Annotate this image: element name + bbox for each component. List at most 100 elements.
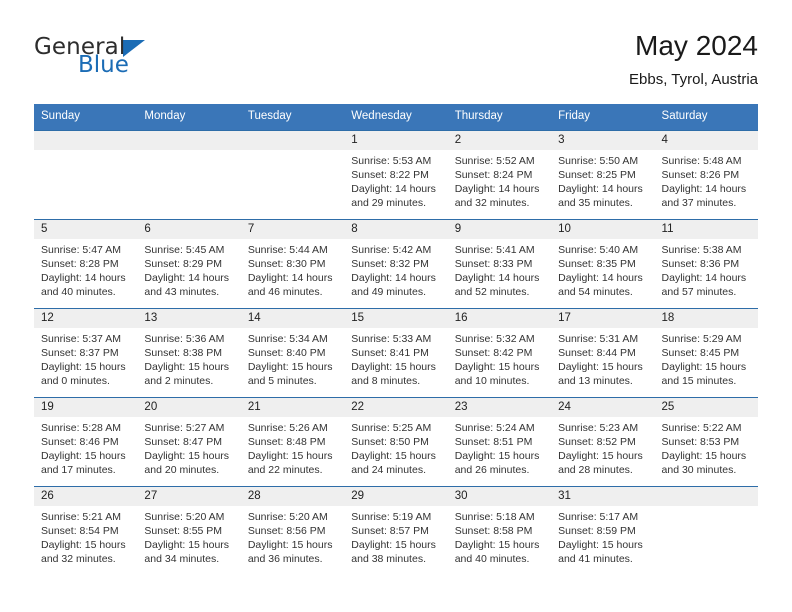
sunset-text: Sunset: 8:46 PM	[41, 435, 119, 448]
sunrise-text: Sunrise: 5:38 AM	[661, 243, 742, 256]
sunset-text: Sunset: 8:22 PM	[351, 168, 429, 181]
sunrise-text: Sunrise: 5:19 AM	[351, 510, 432, 523]
brand-name-general: General	[34, 34, 126, 60]
day-sun-info: Sunrise: 5:36 AM Sunset: 8:38 PM Daylight:…	[137, 328, 240, 389]
sunset-text: Sunset: 8:48 PM	[247, 435, 326, 448]
sunset-text: Sunset: 8:54 PM	[41, 524, 119, 537]
weekday-header-friday: Friday	[558, 110, 591, 122]
daylight-text-line1: Daylight: 15 hours	[351, 538, 436, 551]
day-number: 25	[654, 397, 758, 417]
daylight-text-line1: Daylight: 14 hours	[558, 182, 643, 195]
calendar-day-cell[interactable]: 26 Sunrise: 5:21 AM Sunset: 8:54 PM Dayligh…	[34, 486, 138, 575]
day-sun-info: Sunrise: 5:48 AM Sunset: 8:26 PM Daylight:…	[655, 150, 758, 211]
calendar-day-cell[interactable]: 12 Sunrise: 5:37 AM Sunset: 8:37 PM Dayligh…	[34, 308, 138, 397]
calendar-week-row: 19 Sunrise: 5:28 AM Sunset: 8:46 PM Dayligh…	[34, 396, 758, 486]
calendar-day-cell[interactable]: 22 Sunrise: 5:25 AM Sunset: 8:50 PM Dayligh…	[344, 397, 448, 486]
daylight-text-line1: Daylight: 15 hours	[247, 449, 333, 462]
sunset-text: Sunset: 8:24 PM	[454, 168, 533, 181]
weekday-header-row: Sunday Monday Tuesday Wednesday Thursday…	[34, 104, 758, 130]
day-sun-info: Sunrise: 5:32 AM Sunset: 8:42 PM Daylight:…	[448, 328, 551, 389]
sunrise-text: Sunrise: 5:29 AM	[661, 332, 742, 345]
day-number: 14	[240, 308, 345, 328]
daylight-text-line2: and 13 minutes.	[558, 375, 633, 388]
day-number: 1	[344, 130, 448, 150]
daylight-text-line2: and 38 minutes.	[351, 553, 426, 566]
calendar-day-cell[interactable]: 5 Sunrise: 5:47 AM Sunset: 8:28 PM Daylight…	[34, 219, 138, 308]
weekday-header-monday: Monday	[144, 110, 186, 122]
daylight-text-line2: and 34 minutes.	[144, 553, 220, 566]
calendar-day-cell[interactable]: 20 Sunrise: 5:27 AM Sunset: 8:47 PM Dayligh…	[137, 397, 241, 486]
sunrise-text: Sunrise: 5:40 AM	[558, 243, 639, 256]
daylight-text-line2: and 22 minutes.	[247, 464, 323, 477]
calendar-day-cell[interactable]: 17 Sunrise: 5:31 AM Sunset: 8:44 PM Dayligh…	[551, 308, 655, 397]
calendar-day-cell[interactable]: 21 Sunrise: 5:26 AM Sunset: 8:48 PM Dayligh…	[240, 397, 345, 486]
calendar-day-cell[interactable]: 29 Sunrise: 5:19 AM Sunset: 8:57 PM Dayligh…	[344, 486, 448, 575]
day-sun-info: Sunrise: 5:20 AM Sunset: 8:55 PM Daylight:…	[137, 506, 240, 567]
daylight-text-line1: Daylight: 14 hours	[351, 271, 436, 284]
day-number: 16	[447, 308, 552, 328]
calendar-day-cell[interactable]: 24 Sunrise: 5:23 AM Sunset: 8:52 PM Dayligh…	[551, 397, 655, 486]
sunset-text: Sunset: 8:55 PM	[144, 524, 223, 537]
daylight-text-line1: Daylight: 15 hours	[247, 360, 333, 373]
calendar-day-cell-empty	[240, 130, 345, 219]
sunrise-text: Sunrise: 5:42 AM	[351, 243, 432, 256]
calendar-day-cell[interactable]: 27 Sunrise: 5:20 AM Sunset: 8:55 PM Dayligh…	[137, 486, 241, 575]
day-sun-info: Sunrise: 5:42 AM Sunset: 8:32 PM Daylight:…	[344, 239, 447, 300]
sunset-text: Sunset: 8:52 PM	[558, 435, 636, 448]
calendar-day-cell[interactable]: 7 Sunrise: 5:44 AM Sunset: 8:30 PM Daylight…	[240, 219, 345, 308]
page-subtitle-location: Ebbs, Tyrol, Austria	[629, 71, 758, 89]
daylight-text-line1: Daylight: 14 hours	[144, 271, 230, 284]
calendar-day-cell[interactable]: 10 Sunrise: 5:40 AM Sunset: 8:35 PM Dayligh…	[551, 219, 655, 308]
day-number: 28	[240, 486, 345, 506]
sunset-text: Sunset: 8:32 PM	[351, 257, 429, 270]
calendar-day-cell[interactable]: 4 Sunrise: 5:48 AM Sunset: 8:26 PM Daylight…	[654, 130, 758, 219]
daylight-text-line1: Daylight: 14 hours	[558, 271, 643, 284]
day-number: 19	[34, 397, 138, 417]
calendar-day-cell[interactable]: 3 Sunrise: 5:50 AM Sunset: 8:25 PM Daylight…	[551, 130, 655, 219]
day-number: 13	[137, 308, 241, 328]
daylight-text-line2: and 30 minutes.	[661, 464, 737, 477]
daylight-text-line2: and 57 minutes.	[661, 286, 737, 299]
calendar-day-cell[interactable]: 16 Sunrise: 5:32 AM Sunset: 8:42 PM Dayligh…	[447, 308, 552, 397]
day-sun-info: Sunrise: 5:47 AM Sunset: 8:28 PM Daylight:…	[34, 239, 137, 300]
sunset-text: Sunset: 8:29 PM	[144, 257, 223, 270]
weekday-header-tuesday: Tuesday	[247, 110, 292, 122]
calendar-day-cell[interactable]: 19 Sunrise: 5:28 AM Sunset: 8:46 PM Dayligh…	[34, 397, 138, 486]
sunset-text: Sunset: 8:47 PM	[144, 435, 223, 448]
daylight-text-line2: and 41 minutes.	[558, 553, 633, 566]
sunrise-text: Sunrise: 5:25 AM	[351, 421, 432, 434]
calendar-week-row: 1 Sunrise: 5:53 AM Sunset: 8:22 PM Daylight…	[34, 129, 758, 219]
sunrise-text: Sunrise: 5:24 AM	[454, 421, 535, 434]
daylight-text-line2: and 49 minutes.	[351, 286, 426, 299]
calendar-day-cell[interactable]: 11 Sunrise: 5:38 AM Sunset: 8:36 PM Dayligh…	[654, 219, 758, 308]
calendar-day-cell[interactable]: 31 Sunrise: 5:17 AM Sunset: 8:59 PM Dayligh…	[551, 486, 655, 575]
day-sun-info: Sunrise: 5:34 AM Sunset: 8:40 PM Daylight:…	[241, 328, 344, 389]
weekday-header-saturday: Saturday	[661, 110, 708, 122]
day-number	[137, 130, 241, 150]
brand-logo[interactable]: General Blue	[34, 30, 146, 77]
calendar-day-cell[interactable]: 2 Sunrise: 5:52 AM Sunset: 8:24 PM Daylight…	[447, 130, 552, 219]
calendar-day-cell[interactable]: 9 Sunrise: 5:41 AM Sunset: 8:33 PM Daylight…	[447, 219, 552, 308]
calendar-day-cell[interactable]: 6 Sunrise: 5:45 AM Sunset: 8:29 PM Daylight…	[137, 219, 241, 308]
calendar-day-cell[interactable]: 14 Sunrise: 5:34 AM Sunset: 8:40 PM Dayligh…	[240, 308, 345, 397]
sunrise-text: Sunrise: 5:45 AM	[144, 243, 225, 256]
calendar-day-cell[interactable]: 18 Sunrise: 5:29 AM Sunset: 8:45 PM Dayligh…	[654, 308, 758, 397]
sunset-text: Sunset: 8:50 PM	[351, 435, 429, 448]
calendar-day-cell[interactable]: 8 Sunrise: 5:42 AM Sunset: 8:32 PM Daylight…	[344, 219, 448, 308]
calendar-day-cell[interactable]: 1 Sunrise: 5:53 AM Sunset: 8:22 PM Daylight…	[344, 130, 448, 219]
calendar-day-cell[interactable]: 25 Sunrise: 5:22 AM Sunset: 8:53 PM Dayligh…	[654, 397, 758, 486]
calendar-day-cell[interactable]: 30 Sunrise: 5:18 AM Sunset: 8:58 PM Dayligh…	[447, 486, 552, 575]
calendar-day-cell[interactable]: 13 Sunrise: 5:36 AM Sunset: 8:38 PM Dayligh…	[137, 308, 241, 397]
calendar-day-cell[interactable]: 23 Sunrise: 5:24 AM Sunset: 8:51 PM Dayligh…	[447, 397, 552, 486]
sunset-text: Sunset: 8:38 PM	[144, 346, 223, 359]
calendar-day-cell[interactable]: 28 Sunrise: 5:20 AM Sunset: 8:56 PM Dayligh…	[240, 486, 345, 575]
daylight-text-line2: and 40 minutes.	[454, 553, 530, 566]
daylight-text-line2: and 10 minutes.	[454, 375, 530, 388]
day-number	[240, 130, 345, 150]
daylight-text-line2: and 40 minutes.	[41, 286, 116, 299]
sunset-text: Sunset: 8:41 PM	[351, 346, 429, 359]
weekday-header-wednesday: Wednesday	[351, 110, 412, 122]
calendar-day-cell[interactable]: 15 Sunrise: 5:33 AM Sunset: 8:41 PM Dayligh…	[344, 308, 448, 397]
daylight-text-line1: Daylight: 15 hours	[41, 538, 126, 551]
daylight-text-line2: and 0 minutes.	[41, 375, 110, 388]
